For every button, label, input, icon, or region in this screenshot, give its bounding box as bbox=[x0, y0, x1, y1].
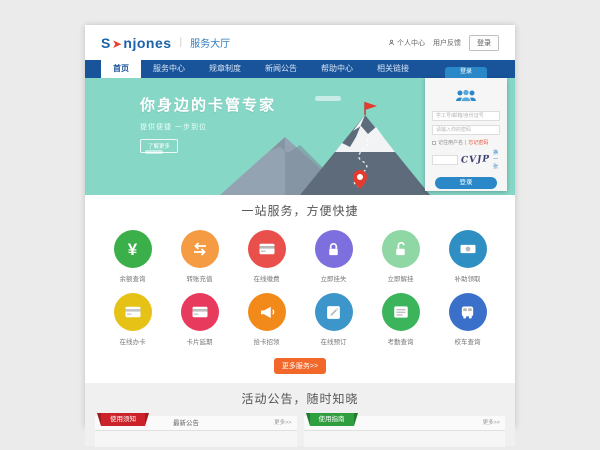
captcha-input[interactable] bbox=[432, 155, 458, 165]
synjones-logo[interactable]: S➤njones bbox=[101, 35, 172, 51]
header-divider: | bbox=[180, 37, 183, 48]
right-more-link[interactable]: 更多>> bbox=[483, 416, 500, 431]
nav-item-home[interactable]: 首页 bbox=[101, 60, 141, 78]
notice-panel-left-header: 使用须知 最新公告 更多>> bbox=[95, 416, 297, 431]
hero-title: 你身边的卡管专家 bbox=[140, 94, 276, 115]
person-icon bbox=[388, 39, 395, 46]
service-school-bus-inquiry[interactable]: 校车查询 bbox=[434, 293, 501, 346]
service-online-card-apply[interactable]: 在线办卡 bbox=[99, 293, 166, 346]
usage-notes-ribbon[interactable]: 使用须知 bbox=[101, 413, 145, 426]
card-icon bbox=[124, 303, 142, 321]
forgot-password-link[interactable]: 忘记密码 bbox=[468, 139, 488, 146]
edit-icon bbox=[325, 304, 342, 321]
left-more-link[interactable]: 更多>> bbox=[274, 416, 291, 431]
login-tab[interactable]: 登录 bbox=[445, 67, 487, 78]
service-subsidy-collect[interactable]: 补助领取 bbox=[434, 230, 501, 283]
logo-arrow-icon: ➤ bbox=[112, 37, 123, 51]
announcements-section: 活动公告，随时知晓 使用须知 最新公告 更多>> 使用指南 更多>> bbox=[85, 383, 515, 446]
service-transfer-recharge[interactable]: 转账充值 bbox=[166, 230, 233, 283]
remember-checkbox[interactable] bbox=[432, 141, 436, 145]
service-attendance-inquiry[interactable]: 考勤查询 bbox=[367, 293, 434, 346]
hero-text-block: 你身边的卡管专家 提供便捷 一步到位 了解更多 bbox=[140, 94, 276, 153]
user-feedback-label: 用户反馈 bbox=[433, 38, 461, 48]
hero-more-button[interactable]: 了解更多 bbox=[140, 139, 178, 153]
service-online-payment[interactable]: 在线缴费 bbox=[233, 230, 300, 283]
password-input[interactable] bbox=[432, 125, 500, 135]
credit-card-icon bbox=[258, 240, 276, 258]
service-balance-inquiry[interactable]: ¥ 余额查询 bbox=[99, 230, 166, 283]
login-users-row bbox=[432, 89, 500, 107]
captcha-image[interactable]: CVJP bbox=[461, 154, 491, 166]
latest-announcements-tab[interactable]: 最新公告 bbox=[173, 416, 199, 431]
site-header: S➤njones | 服务大厅 个人中心 用户反馈 登录 bbox=[85, 25, 515, 60]
service-online-booking[interactable]: 在线预订 bbox=[300, 293, 367, 346]
services-section: 一站服务，方便快捷 ¥ 余额查询 转账充值 在线缴费 bbox=[85, 195, 515, 374]
service-lost-card-claim[interactable]: 拾卡招领 bbox=[233, 293, 300, 346]
more-services-button[interactable]: 更多服务>> bbox=[274, 358, 326, 374]
site-name: 服务大厅 bbox=[190, 35, 230, 50]
bus-icon bbox=[459, 304, 476, 321]
megaphone-icon bbox=[258, 303, 276, 321]
card-icon bbox=[191, 303, 209, 321]
user-feedback-link[interactable]: 用户反馈 bbox=[433, 38, 461, 48]
browser-page: S➤njones | 服务大厅 个人中心 用户反馈 登录 首页 服务中心 规章制… bbox=[85, 25, 515, 428]
services-title: 一站服务，方便快捷 bbox=[85, 202, 515, 219]
service-card-extension[interactable]: 卡片延期 bbox=[166, 293, 233, 346]
flag-icon bbox=[365, 102, 377, 110]
hero-subtitle: 提供便捷 一步到位 bbox=[140, 122, 276, 132]
desktop-background: S➤njones | 服务大厅 个人中心 用户反馈 登录 首页 服务中心 规章制… bbox=[0, 0, 600, 450]
logo-text-s: S bbox=[101, 35, 111, 51]
nav-item-help-center[interactable]: 帮助中心 bbox=[309, 60, 365, 78]
logo-text-rest: njones bbox=[123, 35, 171, 51]
guide-panel-right: 使用指南 更多>> bbox=[304, 416, 506, 447]
service-report-loss[interactable]: 立即挂失 bbox=[300, 230, 367, 283]
announcement-panels: 使用须知 最新公告 更多>> 使用指南 更多>> bbox=[95, 416, 505, 447]
lock-icon bbox=[325, 241, 342, 258]
login-row-divider: | bbox=[465, 140, 466, 146]
banknote-icon bbox=[459, 240, 477, 258]
nav-item-service-center[interactable]: 服务中心 bbox=[141, 60, 197, 78]
users-group-icon bbox=[455, 89, 477, 102]
header-links: 个人中心 用户反馈 登录 bbox=[388, 35, 499, 51]
remember-row: 记住用户名 | 忘记密码 bbox=[432, 139, 500, 146]
login-panel: 登录 记住用户名 | 忘记密码 CVJP 换一张 登录 bbox=[425, 78, 507, 191]
notice-panel-left: 使用须知 最新公告 更多>> bbox=[95, 416, 297, 447]
user-guide-ribbon[interactable]: 使用指南 bbox=[310, 413, 354, 426]
announcements-title: 活动公告，随时知晓 bbox=[85, 390, 515, 407]
service-cancel-loss[interactable]: 立即解挂 bbox=[367, 230, 434, 283]
personal-center-link[interactable]: 个人中心 bbox=[388, 38, 425, 48]
guide-panel-right-header: 使用指南 更多>> bbox=[304, 416, 506, 431]
remember-label: 记住用户名 bbox=[438, 139, 463, 146]
notice-panel-left-body bbox=[95, 431, 297, 447]
nav-item-links[interactable]: 相关链接 bbox=[365, 60, 421, 78]
yuan-icon: ¥ bbox=[128, 241, 137, 258]
unlock-icon bbox=[392, 241, 409, 258]
username-input[interactable] bbox=[432, 111, 500, 121]
login-submit-button[interactable]: 登录 bbox=[435, 177, 497, 189]
captcha-row: CVJP 换一张 bbox=[432, 149, 500, 170]
change-captcha-link[interactable]: 换一张 bbox=[493, 149, 500, 170]
nav-item-rules[interactable]: 规章制度 bbox=[197, 60, 253, 78]
personal-center-label: 个人中心 bbox=[397, 38, 425, 48]
attendance-list-icon bbox=[392, 303, 410, 321]
header-login-button[interactable]: 登录 bbox=[469, 35, 499, 51]
nav-item-news[interactable]: 新闻公告 bbox=[253, 60, 309, 78]
guide-panel-right-body bbox=[304, 431, 506, 447]
transfer-arrows-icon bbox=[191, 240, 209, 258]
services-grid: ¥ 余额查询 转账充值 在线缴费 立即挂失 bbox=[99, 230, 501, 346]
